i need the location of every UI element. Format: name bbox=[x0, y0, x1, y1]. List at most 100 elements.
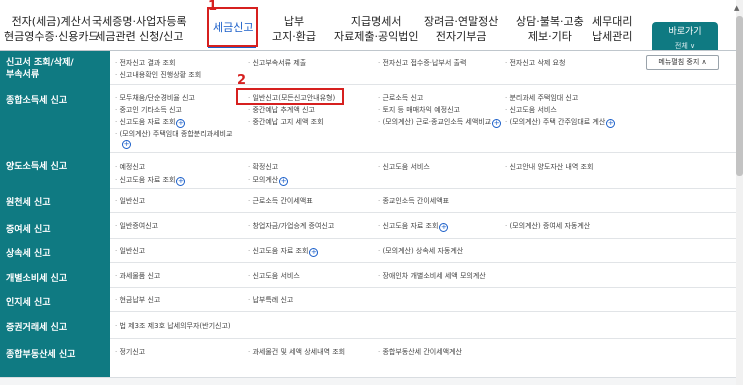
category-property-tax[interactable]: 종합부동산세 신고 bbox=[6, 349, 75, 361]
link-asset-inquiry[interactable]: 신고안내 양도자산 내역 조회 bbox=[505, 162, 593, 172]
category-income-tax[interactable]: 종합소득세 신고 bbox=[6, 95, 67, 107]
link-general-return[interactable]: 일반신고 bbox=[115, 246, 145, 256]
link-startup-gift[interactable]: 창업자금/가업승계 증여신고 bbox=[248, 221, 334, 231]
category-capital-gains[interactable]: 양도소득세 신고 bbox=[6, 161, 67, 173]
link-help-data[interactable]: 신고도움 자료 조회+ bbox=[378, 221, 449, 232]
link-goods-return[interactable]: 과세물품 신고 bbox=[115, 271, 160, 281]
row-divider bbox=[110, 338, 736, 339]
category-stamp-tax[interactable]: 인지세 신고 bbox=[6, 297, 51, 309]
link-final-return[interactable]: 확정신고 bbox=[248, 162, 278, 172]
link-help-data[interactable]: 신고도움 자료 조회+ bbox=[115, 175, 186, 186]
row-divider bbox=[110, 212, 736, 213]
category-inheritance-tax[interactable]: 상속세 신고 bbox=[6, 248, 51, 260]
link-religious-income[interactable]: 중고인 기타소득 신고 bbox=[115, 105, 181, 115]
menu-expand-stop-button[interactable]: 메뉴펼침 중지 ∧ bbox=[646, 55, 719, 70]
link-sim-separate[interactable]: (모의계산) 주택임대 종합분리과세비교 bbox=[115, 129, 232, 139]
category-label: 원천세 신고 bbox=[6, 198, 51, 208]
row-divider bbox=[110, 311, 736, 312]
nav-payment-statement[interactable]: 지급명세서 자료제출·공익법인 bbox=[334, 14, 418, 44]
link-help-data[interactable]: 신고도움 자료 조회+ bbox=[248, 246, 319, 257]
nav-label: 현금영수증·신용카드 bbox=[4, 30, 99, 43]
category-withholding[interactable]: 원천세 신고 bbox=[6, 197, 51, 209]
link-disabled-car-calc[interactable]: 장애인차 개별소비세 세액 모의계산 bbox=[378, 271, 485, 281]
nav-certificate[interactable]: 국세증명·사업자등록 세금관련 신청/신고 bbox=[92, 14, 187, 44]
link-half-year-return[interactable]: 법 제3조 제3호 납세의무자(반기신고) bbox=[115, 321, 230, 331]
link-simple-return[interactable]: 모두채움/단순경비율 신고 bbox=[115, 93, 194, 103]
top-navigation: 전자(세금)계산서 현금영수증·신용카드 국세증명·사업자등록 세금관련 신청/… bbox=[0, 0, 743, 50]
category-return-inquiry[interactable]: 신고서 조회/삭제/ 부속서류 bbox=[6, 57, 74, 81]
link-attach-docs[interactable]: 신고부속서류 제출 bbox=[248, 58, 306, 68]
plus-circle-icon[interactable]: + bbox=[279, 177, 289, 186]
nav-label: 세금관련 신청/신고 bbox=[95, 30, 184, 43]
plus-circle-icon[interactable]: + bbox=[176, 119, 186, 128]
category-label: 상속세 신고 bbox=[6, 249, 51, 259]
link-label: 신고도움 자료 조회 bbox=[252, 247, 309, 255]
row-divider bbox=[110, 188, 736, 189]
nav-payment[interactable]: 납부 고지·환급 bbox=[272, 14, 316, 44]
plus-circle-icon[interactable]: + bbox=[606, 119, 616, 128]
callout-number-2: 2 bbox=[237, 73, 247, 88]
shortcut-button[interactable]: 바로가기 전체 ∨ bbox=[652, 22, 718, 50]
nav-tax-agent[interactable]: 세무대리 납세관리 bbox=[592, 14, 632, 44]
link-regular-return[interactable]: 정기신고 bbox=[115, 347, 145, 357]
link-property-calc[interactable]: 종합부동산세 간이세액계산 bbox=[378, 347, 462, 357]
scroll-up-arrow-icon[interactable]: ▲ bbox=[734, 4, 739, 12]
link-cash-payment[interactable]: 현금납부 신고 bbox=[115, 295, 160, 305]
category-label: 신고서 조회/삭제/ bbox=[6, 58, 74, 68]
row-divider bbox=[110, 84, 736, 85]
link-land-trade[interactable]: 토지 등 매매차익 예정신고 bbox=[378, 105, 460, 115]
link-earned-income[interactable]: 근로소득 신고 bbox=[378, 93, 423, 103]
nav-e-invoice[interactable]: 전자(세금)계산서 현금영수증·신용카드 bbox=[4, 14, 99, 44]
link-payment-special[interactable]: 납부특례 신고 bbox=[248, 295, 293, 305]
category-consumption-tax[interactable]: 개별소비세 신고 bbox=[6, 273, 67, 285]
link-property-detail[interactable]: 과세물건 및 세액 상세내역 조회 bbox=[248, 347, 345, 357]
row-divider bbox=[110, 262, 736, 263]
link-label: 모의계산 bbox=[252, 176, 279, 184]
link-inheritance-calc[interactable]: (모의계산) 상속세 자동계산 bbox=[378, 246, 463, 256]
category-label: 개별소비세 신고 bbox=[6, 274, 68, 284]
link-label: (모의계산) 근로·종교인소득 세액비교 bbox=[382, 118, 492, 126]
nav-label: 상담·불복·고충 bbox=[516, 15, 584, 28]
nav-incentive[interactable]: 장려금·연말정산 전자기부금 bbox=[424, 14, 498, 44]
plus-circle-icon[interactable]: + bbox=[309, 248, 319, 257]
category-column: 신고서 조회/삭제/ 부속서류 종합소득세 신고 양도소득세 신고 원천세 신고… bbox=[0, 51, 110, 377]
plus-circle-icon[interactable]: + bbox=[439, 223, 449, 232]
scrollbar-thumb[interactable] bbox=[736, 16, 743, 176]
callout-number-1: 1 bbox=[208, 0, 218, 14]
link-sim-compare[interactable]: (모의계산) 근로·종교인소득 세액비교+ bbox=[378, 117, 502, 128]
callout-highlight-2 bbox=[236, 88, 344, 105]
nav-label: 장려금·연말정산 bbox=[424, 15, 499, 28]
plus-circle-icon[interactable]: + bbox=[122, 140, 131, 149]
link-earned-table[interactable]: 근로소득 간이세액표 bbox=[248, 196, 312, 206]
link-interim-notice[interactable]: 중간예납 고지 세액 조회 bbox=[248, 117, 323, 127]
nav-label: 자료제출·공익법인 bbox=[334, 30, 419, 43]
nav-label: 제보·기타 bbox=[527, 30, 572, 43]
link-delete-request[interactable]: 전자신고 삭제 요청 bbox=[505, 58, 565, 68]
category-label: 양도소득세 신고 bbox=[6, 162, 68, 172]
link-religious-table[interactable]: 종교인소득 간이세액표 bbox=[378, 196, 449, 206]
link-preliminary[interactable]: 예정신고 bbox=[115, 162, 145, 172]
category-securities-tax[interactable]: 증권거래세 신고 bbox=[6, 322, 67, 334]
link-help-service[interactable]: 신고도움 서비스 bbox=[378, 162, 429, 172]
link-rental-separate[interactable]: 분리과세 주택임대 신고 bbox=[505, 93, 578, 103]
link-simulation[interactable]: 모의계산+ bbox=[248, 175, 289, 186]
link-general-return[interactable]: 일반신고 bbox=[115, 196, 145, 206]
link-help-service[interactable]: 신고도움 서비스 bbox=[248, 271, 299, 281]
link-gift-calc[interactable]: (모의계산) 증여세 자동계산 bbox=[505, 221, 590, 231]
link-gift-return[interactable]: 일반증여신고 bbox=[115, 221, 158, 231]
link-receipt-print[interactable]: 전자신고 접수증·납부서 출력 bbox=[378, 58, 466, 68]
link-return-result[interactable]: 전자신고 결과 조회 bbox=[115, 58, 175, 68]
nav-label: 전자기부금 bbox=[435, 30, 487, 43]
link-interim-estimate[interactable]: 중간예납 추계액 신고 bbox=[248, 105, 314, 115]
category-label: 증여세 신고 bbox=[6, 225, 51, 235]
nav-label: 납세관리 bbox=[592, 30, 633, 43]
plus-circle-icon[interactable]: + bbox=[492, 119, 502, 128]
plus-circle-icon[interactable]: + bbox=[176, 177, 186, 186]
link-label: 신고도움 자료 조회 bbox=[119, 118, 176, 126]
link-help-data[interactable]: 신고도움 자료 조회+ bbox=[115, 117, 186, 128]
nav-consultation[interactable]: 상담·불복·고충 제보·기타 bbox=[516, 14, 584, 44]
link-help-service[interactable]: 신고도움 서비스 bbox=[505, 105, 556, 115]
link-sim-rental[interactable]: (모의계산) 주택 간주임대료 계산+ bbox=[505, 117, 616, 128]
category-gift-tax[interactable]: 증여세 신고 bbox=[6, 224, 51, 236]
link-progress-inquiry[interactable]: 신고내용확인 진행상황 조회 bbox=[115, 70, 201, 80]
